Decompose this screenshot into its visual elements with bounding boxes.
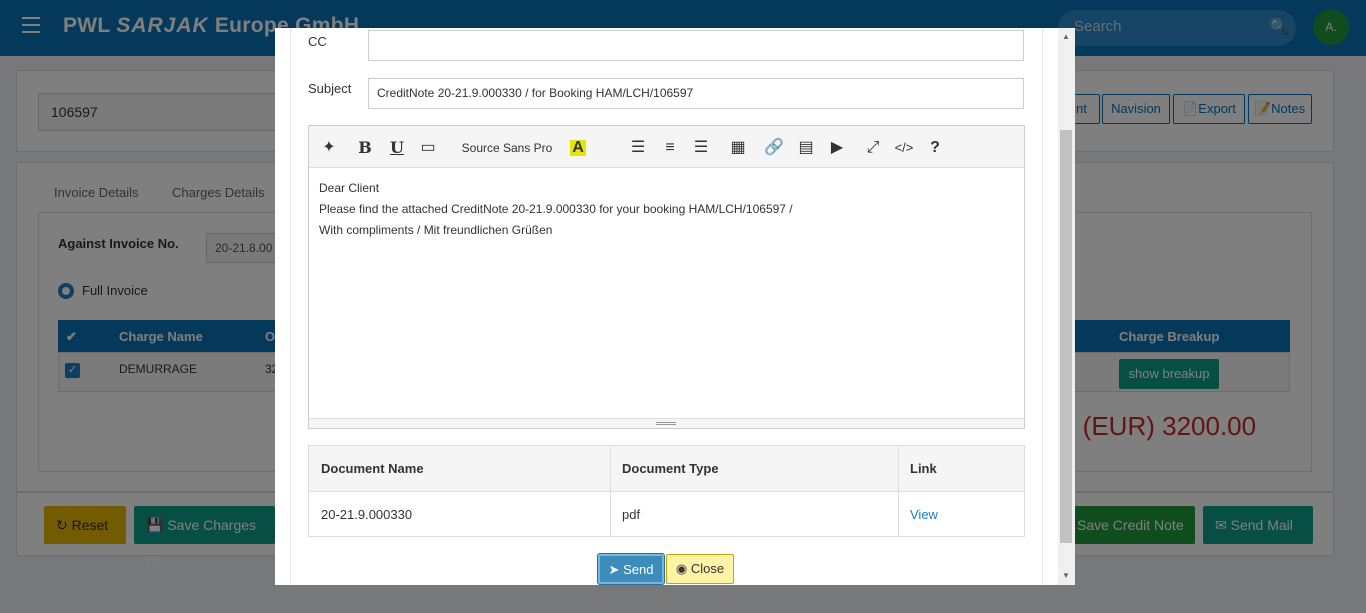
send-button[interactable]: ➤ Send — [598, 554, 664, 584]
table-icon[interactable]: ▦ — [726, 137, 750, 159]
rich-text-editor: ✦ B U ▭ Source Sans Pro A ☰ ≡ ☰ ▦ 🔗 ▤ ▶ … — [308, 125, 1025, 429]
editor-toolbar: ✦ B U ▭ Source Sans Pro A ☰ ≡ ☰ ▦ 🔗 ▤ ▶ … — [309, 126, 1024, 168]
editor-resize-handle[interactable] — [309, 418, 1024, 428]
link-icon[interactable]: 🔗 — [762, 137, 786, 159]
col-divider — [898, 446, 899, 536]
unordered-list-icon[interactable]: ☰ — [626, 137, 650, 159]
subject-field[interactable]: CreditNote 20-21.9.000330 / for Booking … — [368, 78, 1024, 109]
underline-icon[interactable]: U — [385, 137, 409, 159]
align-icon[interactable]: ☰ — [689, 137, 713, 159]
video-icon[interactable]: ▶ — [825, 137, 849, 159]
subject-label: Subject — [308, 81, 352, 96]
paper-plane-icon: ➤ — [608, 562, 624, 577]
image-icon[interactable]: ▤ — [794, 137, 818, 159]
scroll-down-arrow-icon[interactable]: ▼ — [1062, 571, 1070, 580]
eraser-icon[interactable]: ▭ — [416, 137, 440, 159]
header-document-name: Document Name — [321, 461, 424, 476]
email-body-line[interactable]: Please find the attached CreditNote 20-2… — [319, 202, 793, 216]
code-view-icon[interactable]: </> — [892, 137, 916, 159]
help-icon[interactable]: ? — [923, 137, 947, 159]
documents-table: Document Name Document Type Link 20-21.9… — [308, 445, 1025, 537]
ordered-list-icon[interactable]: ≡ — [658, 137, 682, 159]
close-label: Close — [690, 561, 725, 576]
view-document-link[interactable]: View — [910, 507, 938, 522]
text-color-icon[interactable]: A — [570, 140, 586, 156]
modal-right-border — [1042, 28, 1058, 585]
send-label: Send — [623, 562, 654, 577]
scroll-up-arrow-icon[interactable]: ▲ — [1062, 32, 1070, 41]
header-document-type: Document Type — [622, 461, 719, 476]
modal-left-border — [275, 28, 291, 585]
cc-label: CC — [308, 34, 327, 49]
send-mail-modal: CC Subject CreditNote 20-21.9.000330 / f… — [275, 28, 1075, 585]
close-button[interactable]: ◉ Close — [666, 554, 734, 584]
header-link: Link — [910, 461, 937, 476]
cc-field[interactable] — [368, 30, 1024, 61]
email-body-line[interactable]: With compliments / Mit freundlichen Grüß… — [319, 223, 552, 237]
modal-scrollbar[interactable]: ▲ ▼ — [1058, 28, 1075, 585]
font-name-dropdown[interactable]: Source Sans Pro — [457, 137, 557, 159]
magic-wand-icon[interactable]: ✦ — [317, 137, 341, 159]
bold-icon[interactable]: B — [353, 137, 377, 159]
close-circle-icon: ◉ — [675, 561, 691, 576]
document-type-cell: pdf — [622, 507, 641, 522]
col-divider — [610, 446, 611, 536]
document-name-cell: 20-21.9.000330 — [321, 507, 413, 522]
fullscreen-icon[interactable]: ⤢ — [861, 137, 885, 159]
email-body-line[interactable]: Dear Client — [319, 181, 379, 195]
scrollbar-thumb[interactable] — [1060, 130, 1072, 543]
